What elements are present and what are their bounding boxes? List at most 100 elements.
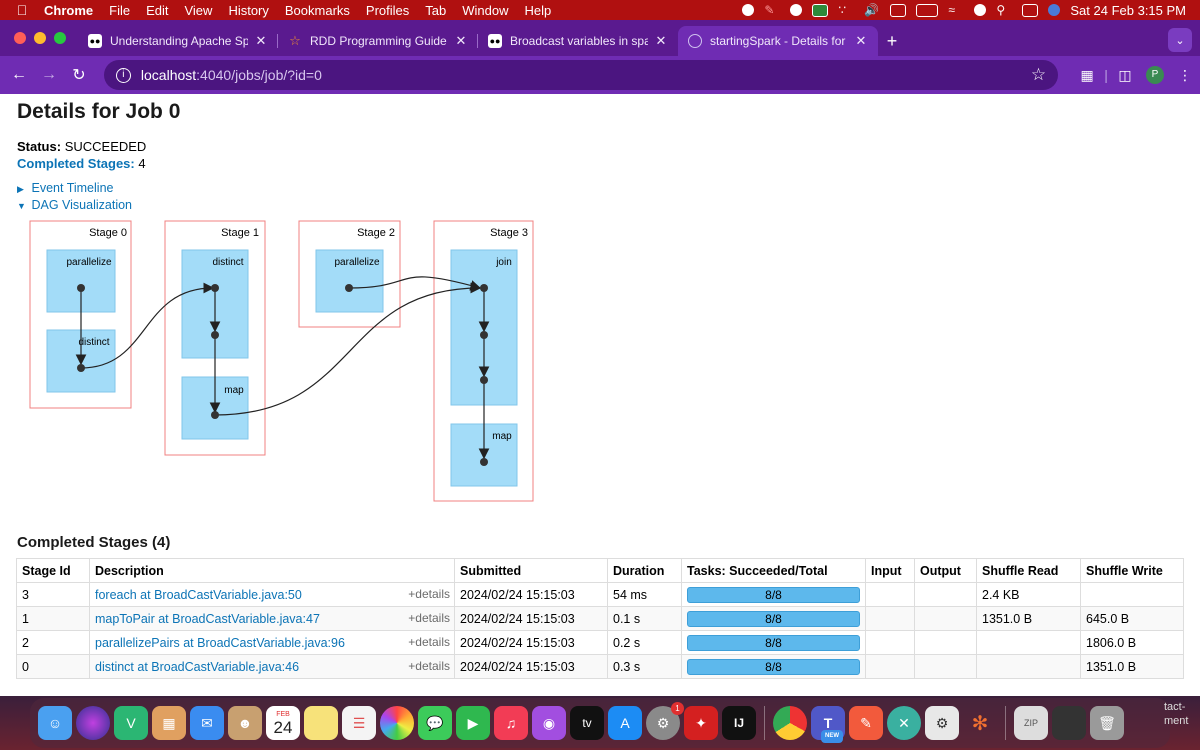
battery-icon[interactable]: [916, 3, 939, 17]
reload-icon[interactable]: ↻: [64, 65, 94, 85]
menu-clock[interactable]: Sat 24 Feb 3:15 PM: [1070, 3, 1186, 18]
stage-description-link[interactable]: distinct at BroadCastVariable.java:46: [95, 660, 299, 674]
details-toggle[interactable]: +details: [408, 587, 450, 601]
launchpad-icon[interactable]: ▦: [152, 706, 186, 740]
column-header-duration[interactable]: Duration: [607, 558, 682, 583]
completed-stages-link[interactable]: Completed Stages:: [17, 156, 135, 171]
molecule-app-icon[interactable]: ✻: [963, 706, 997, 740]
dag-node[interactable]: [211, 331, 219, 339]
menu-file[interactable]: File: [101, 3, 138, 18]
extensions-puzzle-icon[interactable]: ▦: [1072, 67, 1102, 84]
chrome-menu-icon[interactable]: ⋮: [1170, 67, 1200, 84]
dag-stage-2[interactable]: Stage 2 parallelize: [298, 220, 401, 328]
music-icon[interactable]: ♫: [494, 706, 528, 740]
menu-edit[interactable]: Edit: [138, 3, 176, 18]
column-header-tasks[interactable]: Tasks: Succeeded/Total: [681, 558, 866, 583]
robot-app-icon[interactable]: ⚙: [925, 706, 959, 740]
menu-history[interactable]: History: [220, 3, 276, 18]
siri-icon[interactable]: [1048, 4, 1061, 16]
column-header-shuffle-write[interactable]: Shuffle Write: [1080, 558, 1184, 583]
tab-search-chevron-icon[interactable]: ⌄: [1168, 28, 1192, 52]
messages-icon[interactable]: 💬: [418, 706, 452, 740]
browser-tab-active[interactable]: startingSpark - Details for Job ✕: [678, 26, 878, 56]
completed-stages-heading[interactable]: Completed Stages (4): [17, 534, 170, 551]
menu-app-name[interactable]: Chrome: [44, 3, 101, 18]
wifi-icon[interactable]: ≈: [948, 3, 964, 17]
pen-app-icon[interactable]: ✎: [849, 706, 883, 740]
column-header-description[interactable]: Description: [89, 558, 455, 583]
chrome-icon[interactable]: [773, 706, 807, 740]
close-tab-icon[interactable]: ✕: [254, 33, 268, 49]
display-icon[interactable]: [890, 3, 907, 17]
event-timeline-toggle[interactable]: ▶ Event Timeline: [17, 181, 113, 195]
forward-arrow-icon[interactable]: →: [34, 66, 64, 84]
user-icon[interactable]: [974, 4, 987, 16]
system-settings-icon[interactable]: ⚙ 1: [646, 702, 684, 740]
status-check-icon[interactable]: [790, 4, 803, 16]
bookmark-star-icon[interactable]: ☆: [1031, 65, 1046, 85]
column-header-stage-id[interactable]: Stage Id: [16, 558, 90, 583]
globe-app-icon[interactable]: ✕: [887, 706, 921, 740]
column-header-output[interactable]: Output: [914, 558, 977, 583]
close-tab-icon[interactable]: ✕: [454, 33, 468, 49]
address-bar[interactable]: i localhost :4040/jobs/job/?id=0 ☆: [103, 60, 1059, 90]
close-tab-icon[interactable]: ✕: [854, 33, 868, 49]
menu-help[interactable]: Help: [517, 3, 560, 18]
menu-tab[interactable]: Tab: [417, 3, 454, 18]
facetime-icon[interactable]: ▶: [456, 706, 490, 740]
dag-node[interactable]: [345, 284, 353, 292]
browser-tab[interactable]: ☆ RDD Programming Guide - Sp ✕: [278, 26, 478, 56]
apple-tv-icon[interactable]: tv: [570, 706, 604, 740]
site-info-icon[interactable]: i: [115, 67, 131, 83]
pen-icon[interactable]: ✎: [764, 3, 780, 17]
menu-profiles[interactable]: Profiles: [358, 3, 417, 18]
stage-description-link[interactable]: mapToPair at BroadCastVariable.java:47: [95, 612, 320, 626]
apple-menu-icon[interactable]: : [0, 2, 44, 18]
new-tab-button[interactable]: +: [878, 26, 906, 56]
status-app-icon[interactable]: [742, 4, 755, 16]
bluetooth-icon[interactable]: ∵: [838, 3, 854, 17]
dag-node[interactable]: [480, 458, 488, 466]
close-window-button[interactable]: [14, 32, 26, 44]
side-panel-icon[interactable]: ◫: [1110, 67, 1140, 84]
dag-visualization-toggle[interactable]: ▼ DAG Visualization: [17, 198, 132, 212]
spotlight-search-icon[interactable]: ⚲: [996, 3, 1012, 17]
dag-node[interactable]: [480, 284, 488, 292]
close-tab-icon[interactable]: ✕: [654, 33, 668, 49]
reminders-icon[interactable]: ☰: [342, 706, 376, 740]
teams-icon[interactable]: T NEW: [811, 706, 845, 743]
photos-icon[interactable]: [380, 706, 414, 740]
column-header-submitted[interactable]: Submitted: [454, 558, 608, 583]
dag-node[interactable]: [77, 284, 85, 292]
podcasts-icon[interactable]: ◉: [532, 706, 566, 740]
siri-icon[interactable]: [76, 706, 110, 740]
intellij-icon[interactable]: IJ: [722, 706, 756, 740]
contacts-icon[interactable]: ☻: [228, 706, 262, 740]
back-arrow-icon[interactable]: ←: [4, 66, 34, 84]
control-center-icon[interactable]: [1022, 3, 1039, 17]
details-toggle[interactable]: +details: [408, 611, 450, 625]
zip-file-icon[interactable]: ZIP: [1014, 706, 1048, 740]
mail-icon[interactable]: ✉: [190, 706, 224, 740]
screenshot-stack-icon[interactable]: [1052, 706, 1086, 740]
stage-description-link[interactable]: parallelizePairs at BroadCastVariable.ja…: [95, 636, 345, 650]
volume-icon[interactable]: 🔊: [864, 3, 880, 17]
vuetify-app-icon[interactable]: V: [114, 706, 148, 740]
app-store-icon[interactable]: A: [608, 706, 642, 740]
details-toggle[interactable]: +details: [408, 659, 450, 673]
notes-icon[interactable]: [304, 706, 338, 740]
menu-view[interactable]: View: [176, 3, 220, 18]
browser-tab[interactable]: ●● Broadcast variables in spark ✕: [478, 26, 678, 56]
zoom-window-button[interactable]: [54, 32, 66, 44]
finder-icon[interactable]: ☺: [38, 706, 72, 740]
status-r-icon[interactable]: [812, 3, 829, 17]
browser-tab[interactable]: ●● Understanding Apache Spark ✕: [78, 26, 278, 56]
menu-bookmarks[interactable]: Bookmarks: [277, 3, 358, 18]
acrobat-icon[interactable]: ✦: [684, 706, 718, 740]
menu-window[interactable]: Window: [454, 3, 516, 18]
trash-icon[interactable]: 🗑: [1090, 706, 1124, 740]
dag-node[interactable]: [211, 284, 219, 292]
dag-node[interactable]: [480, 331, 488, 339]
details-toggle[interactable]: +details: [408, 635, 450, 649]
stage-description-link[interactable]: foreach at BroadCastVariable.java:50: [95, 588, 302, 602]
